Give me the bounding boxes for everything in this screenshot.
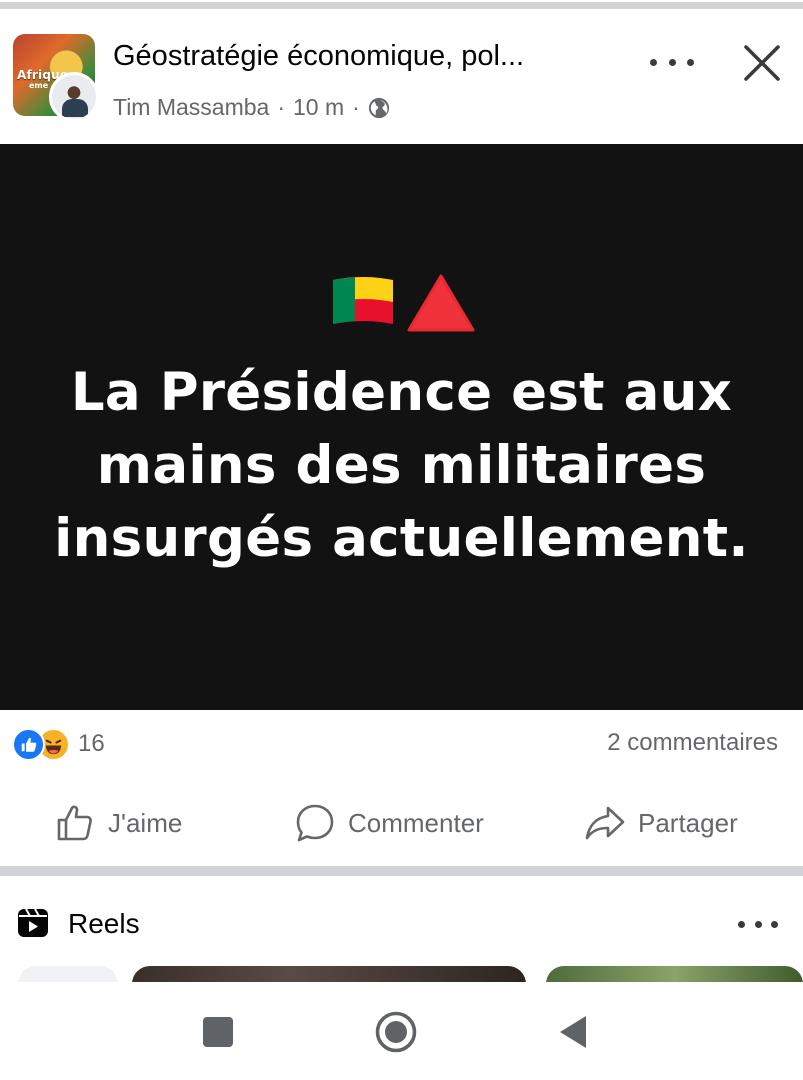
group-name[interactable]: Géostratégie économique, pol... [113,40,524,73]
dot-icon [650,58,657,66]
close-icon[interactable] [742,43,782,83]
post-avatar[interactable]: Afrique eme [13,34,99,130]
post-text-line: La Présidence est aux [70,362,733,423]
comment-button[interactable]: Commenter [294,798,484,848]
back-icon[interactable] [554,1012,594,1052]
like-button[interactable]: J'aime [54,798,182,848]
top-divider [0,0,803,9]
author-avatar[interactable] [49,72,99,122]
comments-count-link[interactable]: 2 commentaires [607,729,778,757]
dot-icon [771,920,778,928]
benin-flag-icon [332,277,393,324]
reels-icon [18,908,48,937]
dot-icon [668,58,676,66]
like-reaction-icon [12,727,45,761]
author-name[interactable]: Tim Massamba [113,94,269,121]
post-meta: Tim Massamba · 10 m · [113,94,390,121]
share-arrow-icon [585,806,625,840]
dot-icon [754,920,762,928]
meta-separator: · [352,94,360,120]
comment-label: Commenter [348,807,484,838]
thumbs-up-icon [57,805,92,841]
post-time[interactable]: 10 m [293,94,344,121]
share-label: Partager [638,807,738,838]
comment-bubble-icon [296,804,334,842]
reels-more-button[interactable] [738,918,778,930]
more-options-button[interactable] [650,50,694,74]
reaction-summary[interactable]: 16 [12,726,105,762]
system-navigation-bar [0,982,803,1080]
post-header: Afrique eme Géostratégie économique, pol… [0,10,803,144]
home-icon[interactable] [374,1010,418,1054]
dot-icon [687,58,694,66]
post-actions-bar: J'aime Commenter Partager [0,790,803,856]
reaction-count: 16 [78,730,105,757]
emoji-row [0,272,803,336]
meta-separator: · [277,94,286,120]
post-image-text: La Présidence est aux mains des militair… [0,356,803,575]
recent-apps-icon[interactable] [198,1012,238,1052]
globe-icon [368,97,389,118]
dot-icon [738,920,745,928]
like-label: J'aime [108,807,183,838]
section-divider [0,866,803,876]
group-avatar-subtext: eme [29,81,49,90]
reels-title: Reels [68,908,140,939]
reels-header: Reels [0,896,803,952]
red-triangle-icon [407,274,474,332]
post-text-line: insurgés actuellement. [54,508,749,569]
post-text-line: mains des militaires [96,435,707,496]
share-button[interactable]: Partager [584,798,738,848]
